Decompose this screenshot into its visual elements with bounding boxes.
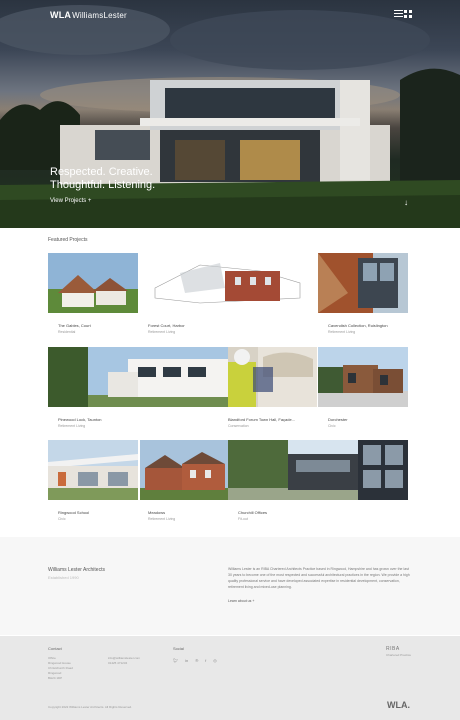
phone-link[interactable]: 01425 471234 xyxy=(108,661,140,666)
project-card[interactable]: Ringwood School Civic xyxy=(48,440,138,530)
hero-house-photo xyxy=(0,5,460,228)
logo-abbr: WLA xyxy=(50,10,72,20)
project-name: Pinewood Lock, Taunton xyxy=(58,417,102,422)
project-card[interactable]: Meadows Retirement Living xyxy=(140,440,228,530)
grid-icon[interactable] xyxy=(404,10,412,18)
project-card[interactable]: Dorchester Civic xyxy=(318,347,408,437)
project-image xyxy=(48,347,228,407)
project-card[interactable]: Blandford Forum Town Hall, Façade... Con… xyxy=(228,347,317,437)
learn-about-link[interactable]: Learn about us + xyxy=(228,599,254,603)
project-name: Forest Court, Harbor xyxy=(148,323,185,328)
project-name: Cavendish Collection, Ruislington xyxy=(328,323,388,328)
facebook-icon[interactable]: f xyxy=(205,658,206,663)
project-category: Civic xyxy=(328,424,336,428)
address-line: BH24 1DP xyxy=(48,676,63,680)
hero-headline-line1: Respected. Creative. xyxy=(50,166,153,178)
project-card[interactable]: Pinewood Lock, Taunton Retirement Living xyxy=(48,347,228,437)
project-image xyxy=(228,347,317,407)
project-image xyxy=(318,347,408,407)
view-projects-link[interactable]: View Projects + xyxy=(50,198,91,204)
hero-banner: WLAWilliamsLester Respected. Creative. T… xyxy=(0,0,460,228)
project-card[interactable]: The Gables, Court Residential xyxy=(48,253,138,343)
project-card[interactable]: Forest Court, Harbor Retirement Living xyxy=(140,253,315,343)
hamburger-icon[interactable] xyxy=(394,10,403,18)
site-logo[interactable]: WLAWilliamsLester xyxy=(50,10,127,20)
project-name: Churchill Offices xyxy=(238,510,268,515)
project-name: Dorchester xyxy=(328,417,348,422)
project-image xyxy=(228,440,408,500)
project-card[interactable]: Churchill Offices Fit-out xyxy=(228,440,408,530)
copyright-text: Copyright 2022 Williams Lester Architect… xyxy=(48,705,133,709)
hero-headline-line2: Thoughtful. Listening. xyxy=(50,179,156,191)
project-image xyxy=(140,440,228,500)
project-name: Blandford Forum Town Hall, Façade... xyxy=(228,417,296,422)
hero-headline: Respected. Creative. Thoughtful. Listeni… xyxy=(50,166,250,192)
linkedin-icon[interactable]: in xyxy=(185,658,188,663)
project-category: Retirement Living xyxy=(148,330,176,334)
footer-contact-details: info@williamslester.com 01425 471234 xyxy=(108,656,140,666)
featured-projects-title: Featured Projects xyxy=(48,237,88,243)
project-category: Civic xyxy=(58,517,66,521)
project-card[interactable]: Cavendish Collection, Ruislington Retire… xyxy=(318,253,408,343)
twitter-icon[interactable]: 🐦︎ xyxy=(173,658,178,663)
social-links: 🐦︎ in ℗ f ◎ xyxy=(173,658,217,663)
project-category: Retirement Living xyxy=(328,330,356,334)
footer-logo[interactable]: WLA. xyxy=(387,700,410,710)
footer-social-title: Social xyxy=(173,646,184,651)
project-image xyxy=(318,253,408,313)
footer-contact-title: Contact xyxy=(48,646,62,651)
project-category: Retirement Living xyxy=(148,517,176,521)
pinterest-icon[interactable]: ℗ xyxy=(195,658,198,663)
project-name: Ringwood School xyxy=(58,510,90,515)
project-category: Fit-out xyxy=(238,517,248,521)
instagram-icon[interactable]: ◎ xyxy=(213,658,217,663)
about-heading: Williams Lester Architects xyxy=(48,567,105,573)
project-image xyxy=(48,253,138,313)
riba-subtitle: Chartered Practice xyxy=(386,653,412,657)
logo-name: WilliamsLester xyxy=(72,11,127,20)
project-image xyxy=(48,440,138,500)
down-arrow-icon[interactable]: ↓ xyxy=(404,198,408,207)
project-category: Residential xyxy=(58,330,76,334)
project-name: The Gables, Court xyxy=(58,323,91,328)
project-category: Retirement Living xyxy=(58,424,86,428)
footer-address: Office Ringwood House Christchurch Road … xyxy=(48,656,73,681)
about-subheading: Established 1990 xyxy=(48,575,79,580)
project-name: Meadows xyxy=(148,510,166,515)
riba-logo: RIBA xyxy=(386,646,400,652)
project-category: Conservation xyxy=(228,424,249,428)
about-text: Williams Lester is an RIBA Chartered Arc… xyxy=(228,567,410,589)
project-image xyxy=(140,253,315,313)
